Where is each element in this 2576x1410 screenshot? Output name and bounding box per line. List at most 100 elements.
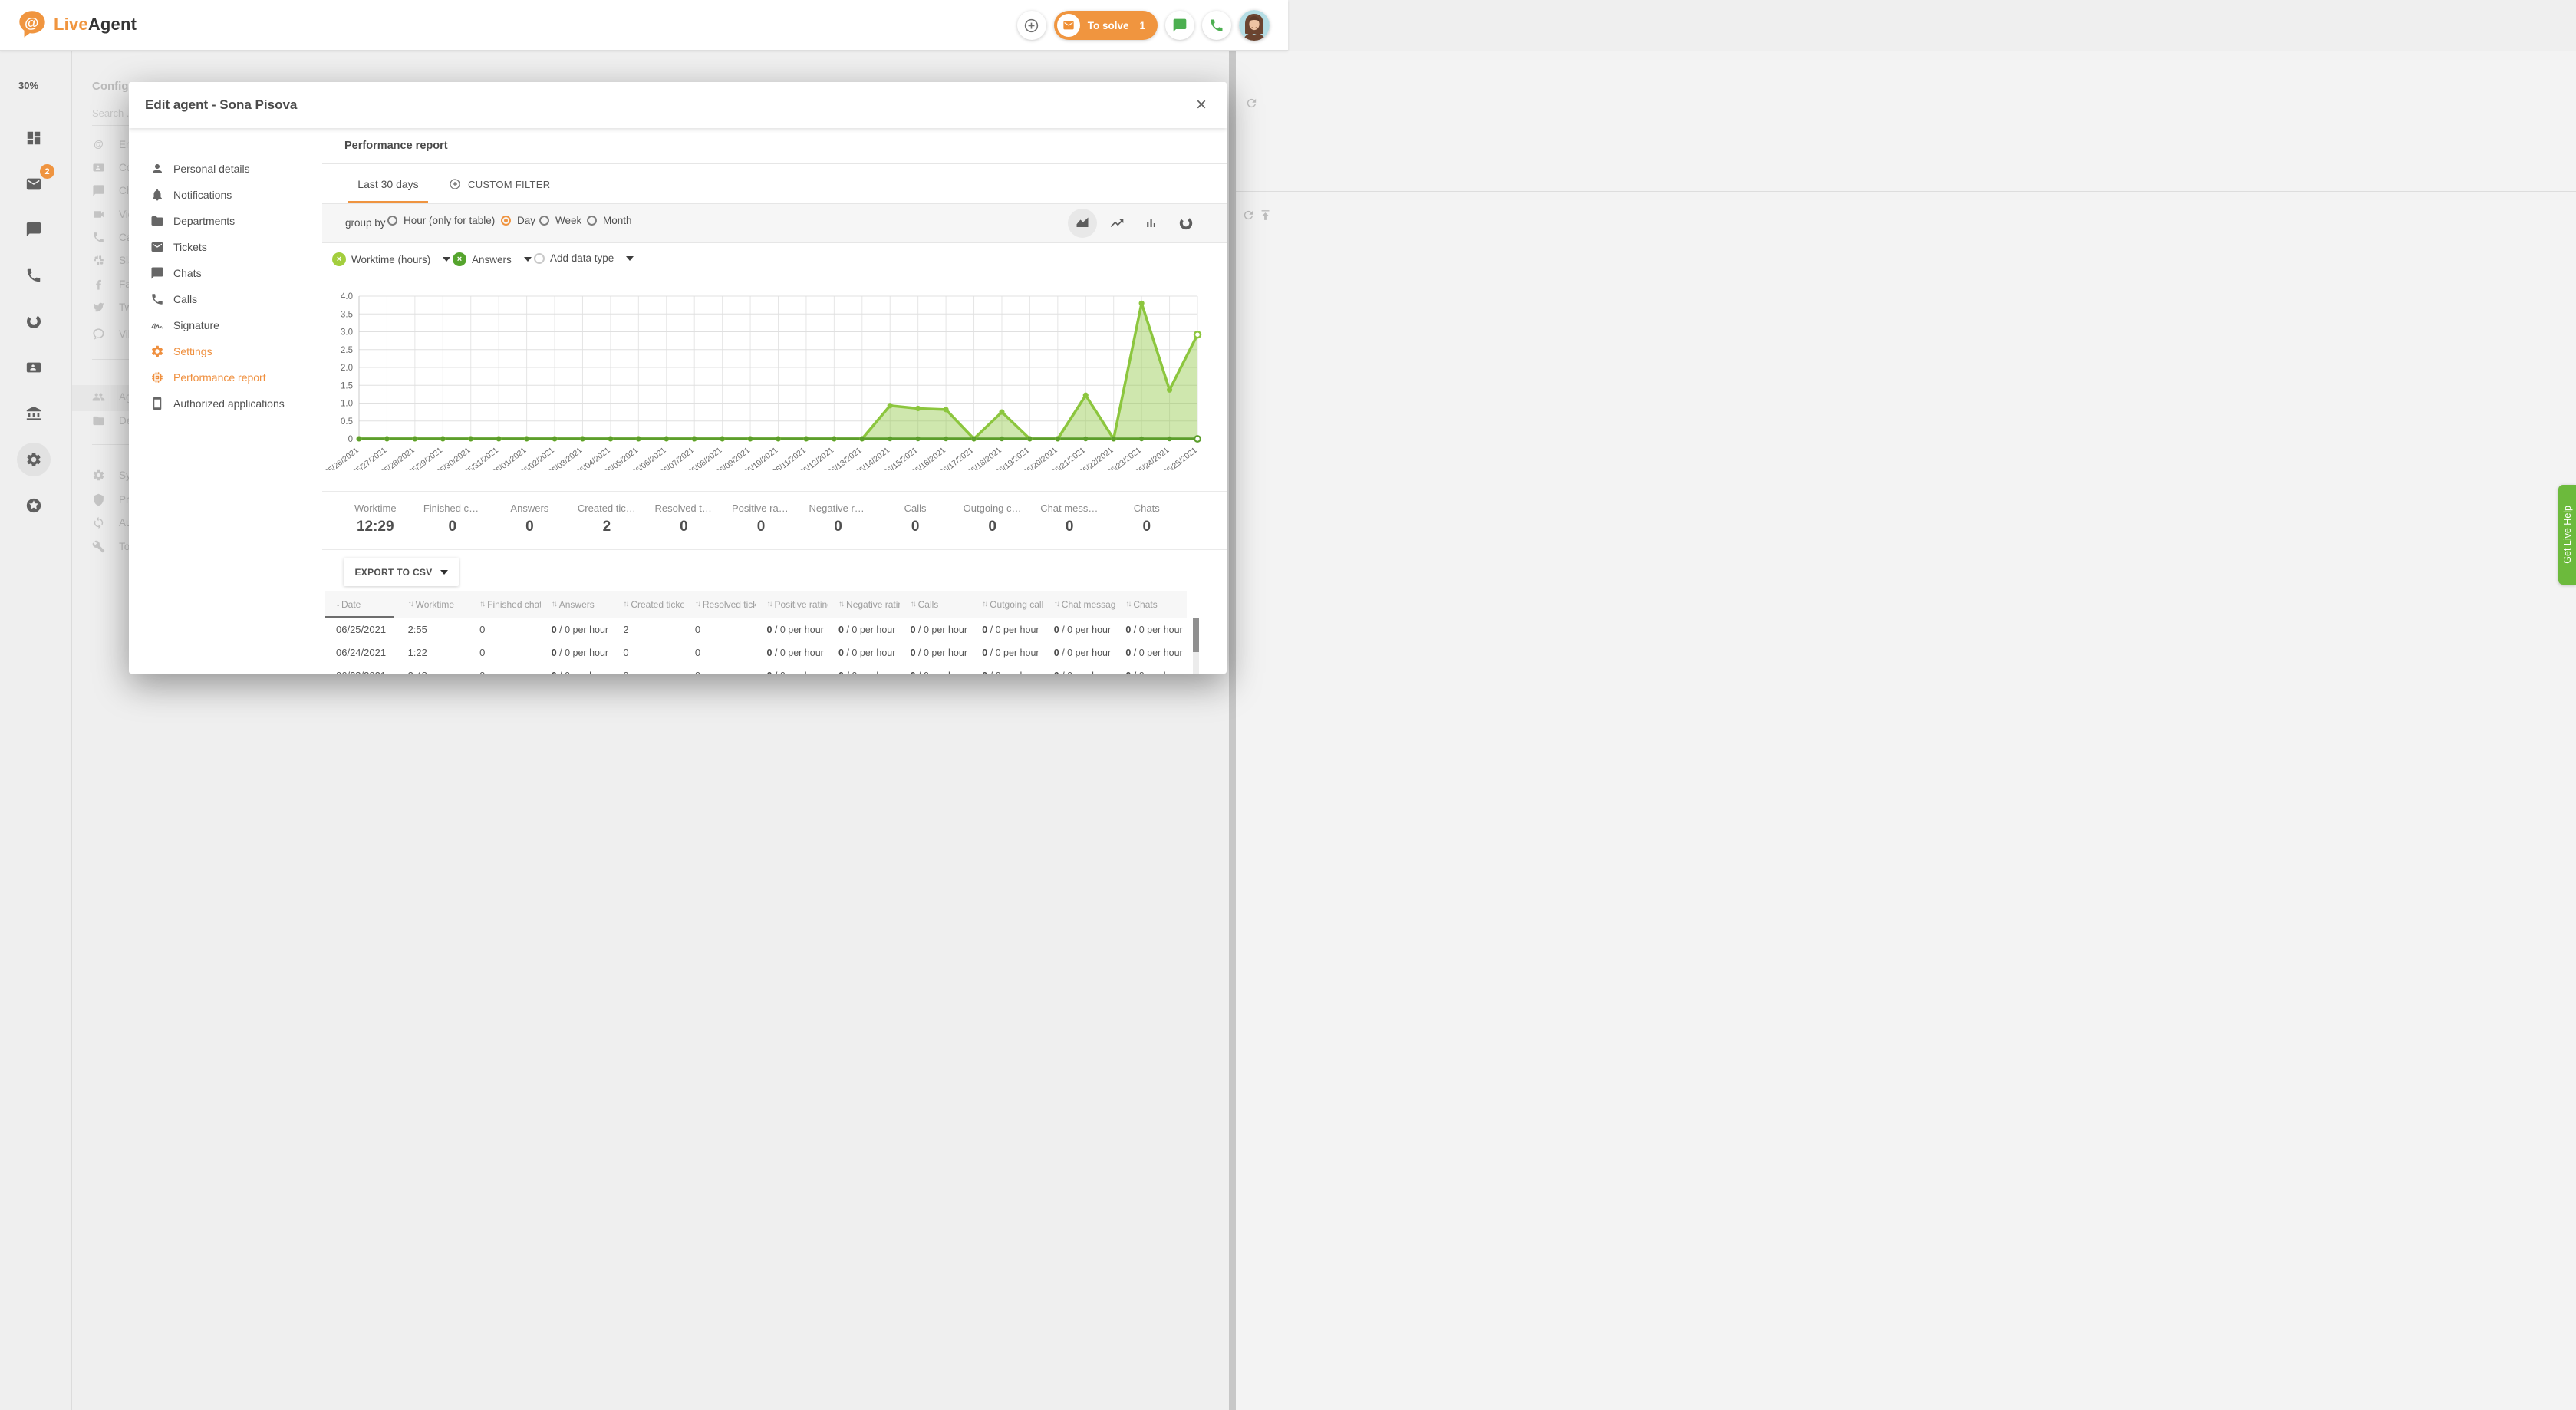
group-by-option-week[interactable]: Week [539,215,581,226]
rail-dashboard-button[interactable] [17,121,51,155]
config-item-sla[interactable]: Sla [92,254,134,267]
radio-icon[interactable] [387,216,397,226]
rail-bank-button[interactable] [17,397,51,430]
close-icon[interactable]: × [1190,94,1213,117]
group-by-option-month[interactable]: Month [587,215,632,226]
column-header-worktime[interactable]: ↑↓Worktime [397,591,469,618]
top-bar: @ LiveAgent To solve 1 [0,0,1288,51]
column-header-chats[interactable]: ↑↓Chats [1115,591,1187,618]
calls-button[interactable] [1202,11,1231,40]
column-header-chat-messages[interactable]: ↑↓Chat messages [1043,591,1115,618]
to-solve-button[interactable]: To solve 1 [1054,11,1158,40]
radio-icon[interactable] [587,216,597,226]
column-header-outgoing-calls[interactable]: ↑↓Outgoing calls [971,591,1043,618]
radio-icon[interactable] [539,216,549,226]
svg-text:@: @ [94,138,103,150]
svg-text:3.0: 3.0 [341,328,353,338]
config-item-tw[interactable]: Tw [92,301,132,314]
chip-add-data-type[interactable]: Add data type [534,252,634,264]
cell-resolved-tickets: 0 [684,618,756,641]
config-item-ch[interactable]: Ch [92,184,132,197]
refresh-icon[interactable] [1242,209,1255,222]
chip-worktime--hours-[interactable]: ×Worktime (hours) [332,252,450,266]
area-chart-button[interactable] [1068,209,1097,238]
radio-icon[interactable] [501,216,511,226]
line-chart-button[interactable] [1102,209,1132,238]
to-solve-label: To solve [1088,20,1129,31]
bar-chart-button[interactable] [1137,209,1166,238]
remove-icon[interactable]: × [453,252,466,266]
donut-chart-button[interactable] [1171,209,1201,238]
group-by-label: group by [345,217,386,229]
user-avatar[interactable] [1239,10,1270,41]
column-header-resolved-tickets[interactable]: ↑↓Resolved tickets [684,591,756,618]
config-item-au[interactable]: Au [92,516,132,529]
config-item-ca[interactable]: Ca [92,231,132,244]
config-item-sy[interactable]: Sy [92,469,131,482]
facebook-icon [92,278,105,291]
config-item-fa[interactable]: Fa [92,278,131,291]
cell-negative-rating: 0 / 0 per hour [828,664,900,674]
cell-calls: 0 / 0 per hour [900,664,972,674]
column-header-positive-rating[interactable]: ↑↓Positive rating [756,591,828,618]
config-item-co[interactable]: Co [92,161,132,174]
nav-item-performance-report[interactable]: Performance report [129,364,322,390]
phone-icon [25,267,42,284]
page-scrollbar[interactable] [1229,51,1236,1410]
tab-last-30-days[interactable]: Last 30 days [348,164,428,204]
nav-item-tickets[interactable]: Tickets [129,234,322,260]
table-scrollbar-thumb[interactable] [1193,618,1199,652]
table-row[interactable]: 06/23/20213:4800 / 0 per hour000 / 0 per… [325,664,1187,674]
column-header-calls[interactable]: ↑↓Calls [900,591,972,618]
column-header-created-tickets[interactable]: ↑↓Created tickets [612,591,684,618]
chevron-down-icon[interactable] [626,256,634,261]
export-to-csv-button[interactable]: EXPORT TO CSV [344,558,459,586]
rail-gear-button[interactable] [17,443,51,476]
rail-chat-button[interactable] [17,212,51,246]
add-new-button[interactable] [1017,11,1046,40]
rail-star-circle-button[interactable] [17,489,51,522]
rail-donut-button[interactable] [17,305,51,338]
chevron-down-icon[interactable] [524,257,532,262]
group-by-option-hour[interactable]: Hour (only for table) [387,215,495,226]
table-row[interactable]: 06/25/20212:5500 / 0 per hour200 / 0 per… [325,618,1187,641]
cell-resolved-tickets: 0 [684,664,756,674]
logo-text: LiveAgent [54,15,137,35]
config-item-to[interactable]: To [92,540,130,553]
column-header-finished-chats[interactable]: ↑↓Finished chats [469,591,541,618]
config-item-pr[interactable]: Pr [92,493,130,506]
tab-custom-filter[interactable]: CUSTOM FILTER [449,164,550,204]
chevron-down-icon[interactable] [443,257,450,262]
column-header-answers[interactable]: ↑↓Answers [541,591,613,618]
chats-button[interactable] [1165,11,1194,40]
remove-icon[interactable]: × [332,252,346,266]
nav-item-departments[interactable]: Departments [129,208,322,234]
nav-item-settings[interactable]: Settings [129,338,322,364]
refresh-icon[interactable] [1245,97,1258,110]
config-item-de[interactable]: De [92,414,132,427]
config-item-ag[interactable]: Ag [92,390,132,404]
cell-negative-rating: 0 / 0 per hour [828,641,900,664]
config-item-vib[interactable]: Vib [92,328,133,341]
svg-text:1.0: 1.0 [341,400,353,409]
nav-item-signature[interactable]: Signature [129,312,322,338]
nav-item-notifications[interactable]: Notifications [129,182,322,208]
nav-item-chats[interactable]: Chats [129,260,322,286]
table-row[interactable]: 06/24/20211:2200 / 0 per hour000 / 0 per… [325,641,1187,664]
nav-item-authorized-applications[interactable]: Authorized applications [129,390,322,417]
nav-item-personal-details[interactable]: Personal details [129,156,322,182]
rail-phone-button[interactable] [17,259,51,292]
nav-item-calls[interactable]: Calls [129,286,322,312]
column-header-negative-rating[interactable]: ↑↓Negative rating [828,591,900,618]
column-header-date[interactable]: ↓Date [325,591,397,618]
get-live-help-tab[interactable]: Get Live Help [2558,485,2576,585]
chip-answers[interactable]: ×Answers [453,252,532,266]
upload-icon[interactable] [1259,209,1272,222]
group-by-option-day[interactable]: Day [501,215,535,226]
gear-icon [25,451,42,468]
sorted-column-indicator [325,616,394,618]
rail-contact-card-button[interactable] [17,351,51,384]
config-item-vid[interactable]: Vid [92,208,133,221]
config-item-em[interactable]: @Em [92,138,134,151]
star-circle-icon [25,497,42,514]
